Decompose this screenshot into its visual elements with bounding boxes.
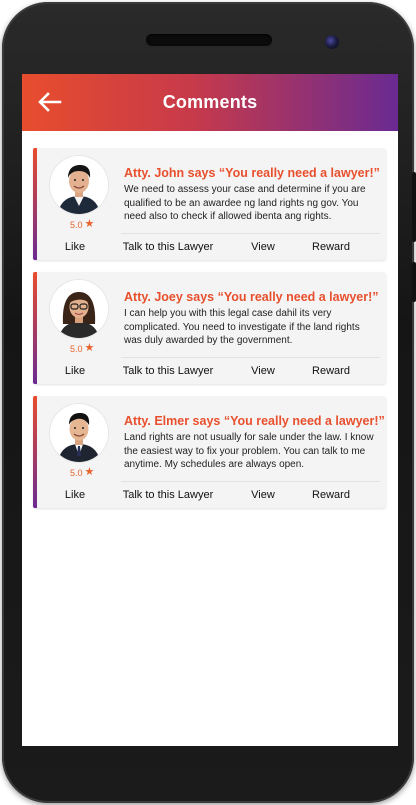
app-bar: Comments xyxy=(22,74,398,131)
comment-actions: Like Talk to this Lawyer View Reward xyxy=(37,485,386,505)
talk-to-lawyer-button[interactable]: Talk to this Lawyer xyxy=(113,489,223,501)
volume-button xyxy=(412,172,416,242)
reward-button[interactable]: Reward xyxy=(291,365,371,377)
like-button[interactable]: Like xyxy=(37,365,113,377)
comment-card: 5.0 ★ Atty. John says “You really need a… xyxy=(33,148,386,260)
comment-actions: Like Talk to this Lawyer View Reward xyxy=(37,361,386,381)
star-icon: ★ xyxy=(84,218,95,230)
talk-to-lawyer-button[interactable]: Talk to this Lawyer xyxy=(113,365,223,377)
rating-value: 5.0 xyxy=(70,467,83,478)
comment-card: 5.0 ★ Atty. Elmer says “You really need … xyxy=(33,396,386,508)
power-button xyxy=(412,262,416,302)
avatar-photo xyxy=(50,280,108,338)
back-button[interactable] xyxy=(36,90,62,114)
rating: 5.0 ★ xyxy=(70,219,94,230)
like-button[interactable]: Like xyxy=(37,241,113,253)
comment-title: Atty. John says “You really need a lawye… xyxy=(124,166,380,180)
star-icon: ★ xyxy=(84,342,95,354)
comment-card: 5.0 ★ Atty. Joey says “You really need a… xyxy=(33,272,386,384)
comment-body: We need to assess your case and determin… xyxy=(124,184,366,222)
avatar-photo xyxy=(50,156,108,214)
rating: 5.0 ★ xyxy=(70,343,94,354)
comment-title: Atty. Elmer says “You really need a lawy… xyxy=(124,414,385,428)
like-button[interactable]: Like xyxy=(37,489,113,501)
reward-button[interactable]: Reward xyxy=(291,241,371,253)
app-screen: Comments 5.0 ★ Atty. John says “You real… xyxy=(22,74,398,746)
phone-frame: Comments 5.0 ★ Atty. John says “You real… xyxy=(2,2,416,803)
rating-value: 5.0 xyxy=(70,343,83,354)
lawyer-avatar[interactable] xyxy=(50,280,108,338)
comment-actions: Like Talk to this Lawyer View Reward xyxy=(37,237,386,257)
avatar-photo xyxy=(50,404,108,462)
divider xyxy=(121,481,380,482)
lawyer-avatar[interactable] xyxy=(50,156,108,214)
view-button[interactable]: View xyxy=(237,365,289,377)
divider xyxy=(121,233,380,234)
comment-body: Land rights are not usually for sale und… xyxy=(124,432,374,470)
arrow-left-icon xyxy=(38,92,62,112)
speaker-grille xyxy=(146,34,272,46)
page-title: Comments xyxy=(162,92,258,112)
rating-value: 5.0 xyxy=(70,219,83,230)
view-button[interactable]: View xyxy=(237,489,289,501)
comment-title: Atty. Joey says “You really need a lawye… xyxy=(124,290,379,304)
front-camera xyxy=(325,35,339,49)
view-button[interactable]: View xyxy=(237,241,289,253)
divider xyxy=(121,357,380,358)
lawyer-avatar[interactable] xyxy=(50,404,108,462)
star-icon: ★ xyxy=(84,466,95,478)
comment-list: 5.0 ★ Atty. John says “You really need a… xyxy=(22,131,398,508)
comment-body: I can help you with this legal case dahi… xyxy=(124,308,360,346)
rating: 5.0 ★ xyxy=(70,467,94,478)
talk-to-lawyer-button[interactable]: Talk to this Lawyer xyxy=(113,241,223,253)
reward-button[interactable]: Reward xyxy=(291,489,371,501)
